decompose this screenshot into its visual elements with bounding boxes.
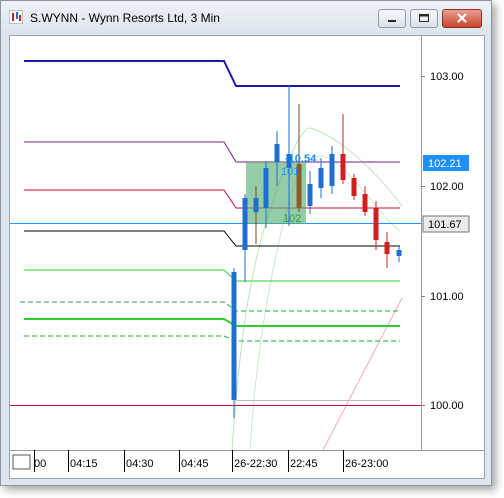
entry-label: 102 [283,213,301,225]
pink-trend-line [322,297,403,451]
green-dashed-level-1 [20,301,400,312]
close-button[interactable] [442,9,482,28]
target-label: 101 [281,166,299,178]
upper-blue-level-line [24,60,400,87]
maximize-icon [419,14,429,22]
current-price-tag-label: 102.21 [428,158,462,170]
chart-app-icon [9,10,23,24]
red-level-line [24,189,400,209]
window-title: S.WYNN - Wynn Resorts Ltd, 3 Min [30,11,220,25]
candle-up [253,198,259,212]
y-tick-label: 103.00 [430,71,464,83]
x-tick-label: 26-22:30 [234,458,277,470]
close-icon [457,13,467,23]
cursor-price-tag-label: 101.67 [428,219,462,231]
black-level-line [24,230,400,247]
candle-up [318,168,324,188]
x-tick-label: 04:45 [181,458,209,470]
minimize-button[interactable] [378,9,406,28]
candle-down [384,242,390,254]
y-tick-label: 101.00 [430,291,464,303]
maximize-button[interactable] [410,9,438,28]
y-tick-label: 102.00 [430,181,464,193]
candle-up [231,272,237,400]
candle-down [362,194,368,212]
y-tick-label: 100.00 [430,400,464,412]
time-axis: 00 04:15 04:30 04:45 26-22:30 22:45 26-2… [12,450,388,472]
green-dashed-level-2 [24,335,400,342]
candle-up [307,184,313,206]
candle-up [242,198,248,250]
price-chart[interactable]: -10.54 101 102 103.00 102.00 101.00 100.… [10,36,485,479]
chart-window: S.WYNN - Wynn Resorts Ltd, 3 Min -10.54 … [0,0,492,486]
green-level-line-2 [24,318,400,327]
candle-up [396,250,402,256]
candle-down [340,154,346,180]
price-axis: 103.00 102.00 101.00 100.00 [421,71,464,412]
candle-up [274,144,280,162]
candle-up [263,168,269,208]
x-tick-label: 04:30 [126,458,154,470]
chart-area[interactable]: -10.54 101 102 103.00 102.00 101.00 100.… [9,35,485,479]
candle-up [329,154,335,186]
candle-down [373,208,379,240]
green-level-line-1 [24,269,400,282]
title-bar[interactable]: S.WYNN - Wynn Resorts Ltd, 3 Min [1,1,491,35]
candle-down [351,178,357,196]
x-tick-label: 00 [34,458,46,470]
minimize-icon [388,20,396,22]
x-tick-label: 22:45 [290,458,318,470]
profit-label: -10.54 [285,153,317,165]
x-tick-label: 26-23:00 [345,458,388,470]
x-tick-label: 04:15 [70,458,98,470]
scroll-box[interactable] [12,454,31,470]
